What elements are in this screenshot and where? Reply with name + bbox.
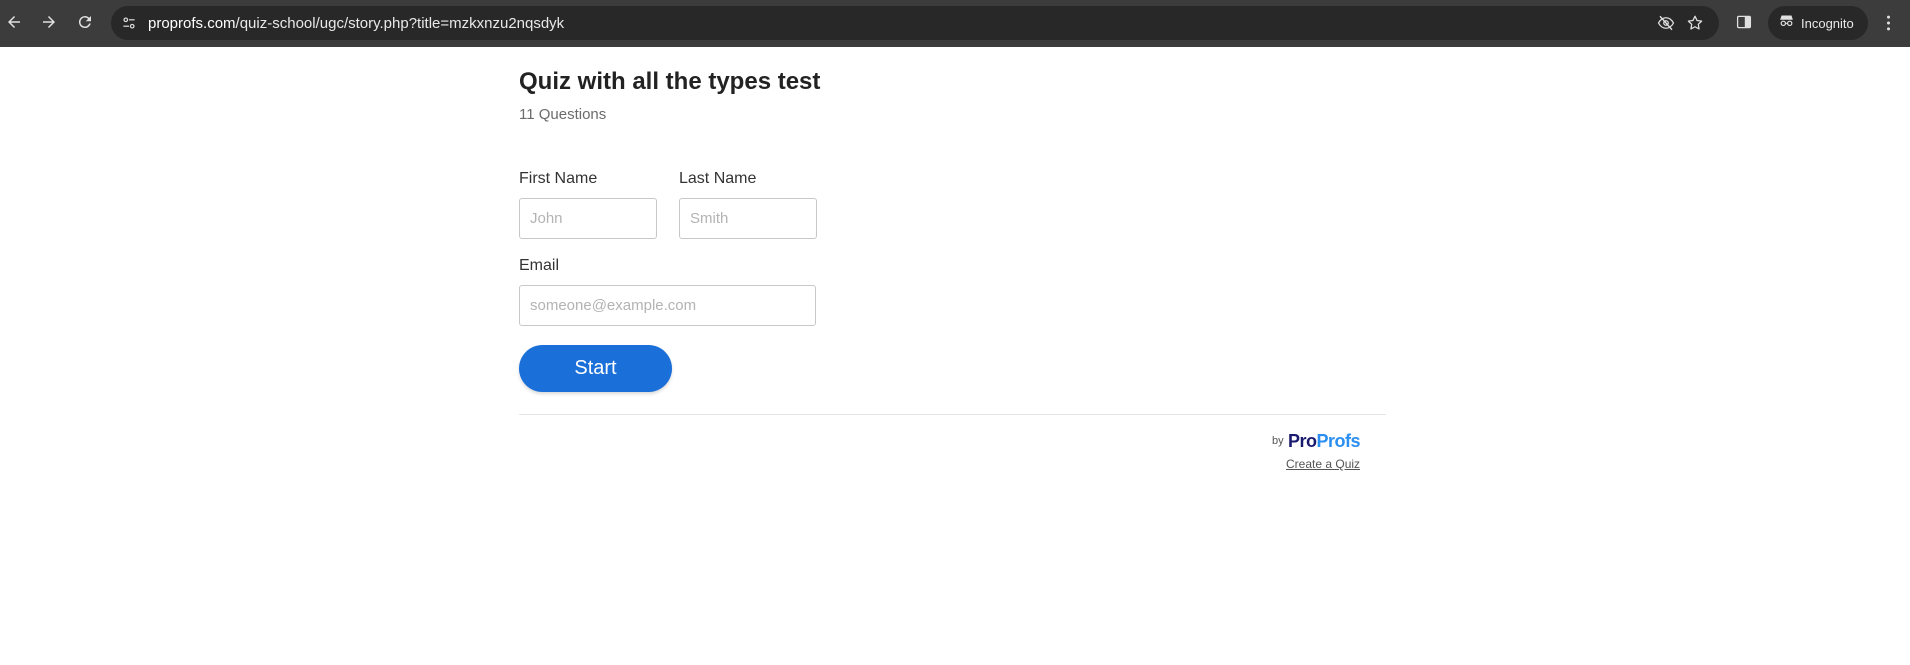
last-name-label: Last Name (679, 170, 757, 187)
url-host: proprofs.com (148, 15, 236, 32)
first-name-input[interactable] (519, 198, 657, 239)
reload-icon[interactable] (74, 11, 96, 33)
incognito-label: Incognito (1801, 15, 1854, 31)
by-text: by (1272, 435, 1284, 447)
bookmark-star-icon[interactable] (1685, 13, 1705, 33)
proprofs-logo[interactable]: ProProfs (1288, 431, 1361, 452)
email-label: Email (519, 257, 560, 274)
url-text[interactable]: proprofs.com/quiz-school/ugc/story.php?t… (148, 15, 564, 32)
start-button[interactable]: Start (519, 345, 672, 392)
forward-icon[interactable] (38, 11, 60, 33)
url-path: /quiz-school/ugc/story.php?title=mzkxnzu… (235, 15, 565, 32)
divider (519, 414, 1386, 415)
question-count: 11 Questions (519, 106, 607, 123)
incognito-indicator[interactable]: Incognito (1768, 6, 1868, 40)
more-menu-icon[interactable] (1880, 12, 1896, 34)
quiz-title: Quiz with all the types test (519, 68, 821, 95)
logo-profs: Profs (1316, 431, 1361, 451)
side-panel-icon[interactable] (1734, 12, 1754, 32)
last-name-input[interactable] (679, 198, 817, 239)
browser-toolbar: proprofs.com/quiz-school/ugc/story.php?t… (0, 0, 1910, 47)
site-info-icon[interactable] (119, 13, 139, 33)
address-bar[interactable]: proprofs.com/quiz-school/ugc/story.php?t… (111, 6, 1719, 40)
first-name-label: First Name (519, 170, 598, 187)
email-input[interactable] (519, 285, 816, 326)
back-icon[interactable] (3, 11, 25, 33)
eye-off-icon[interactable] (1656, 13, 1676, 33)
logo-pro: Pro (1288, 431, 1317, 451)
incognito-icon (1778, 12, 1795, 34)
create-quiz-link[interactable]: Create a Quiz (1286, 457, 1360, 471)
